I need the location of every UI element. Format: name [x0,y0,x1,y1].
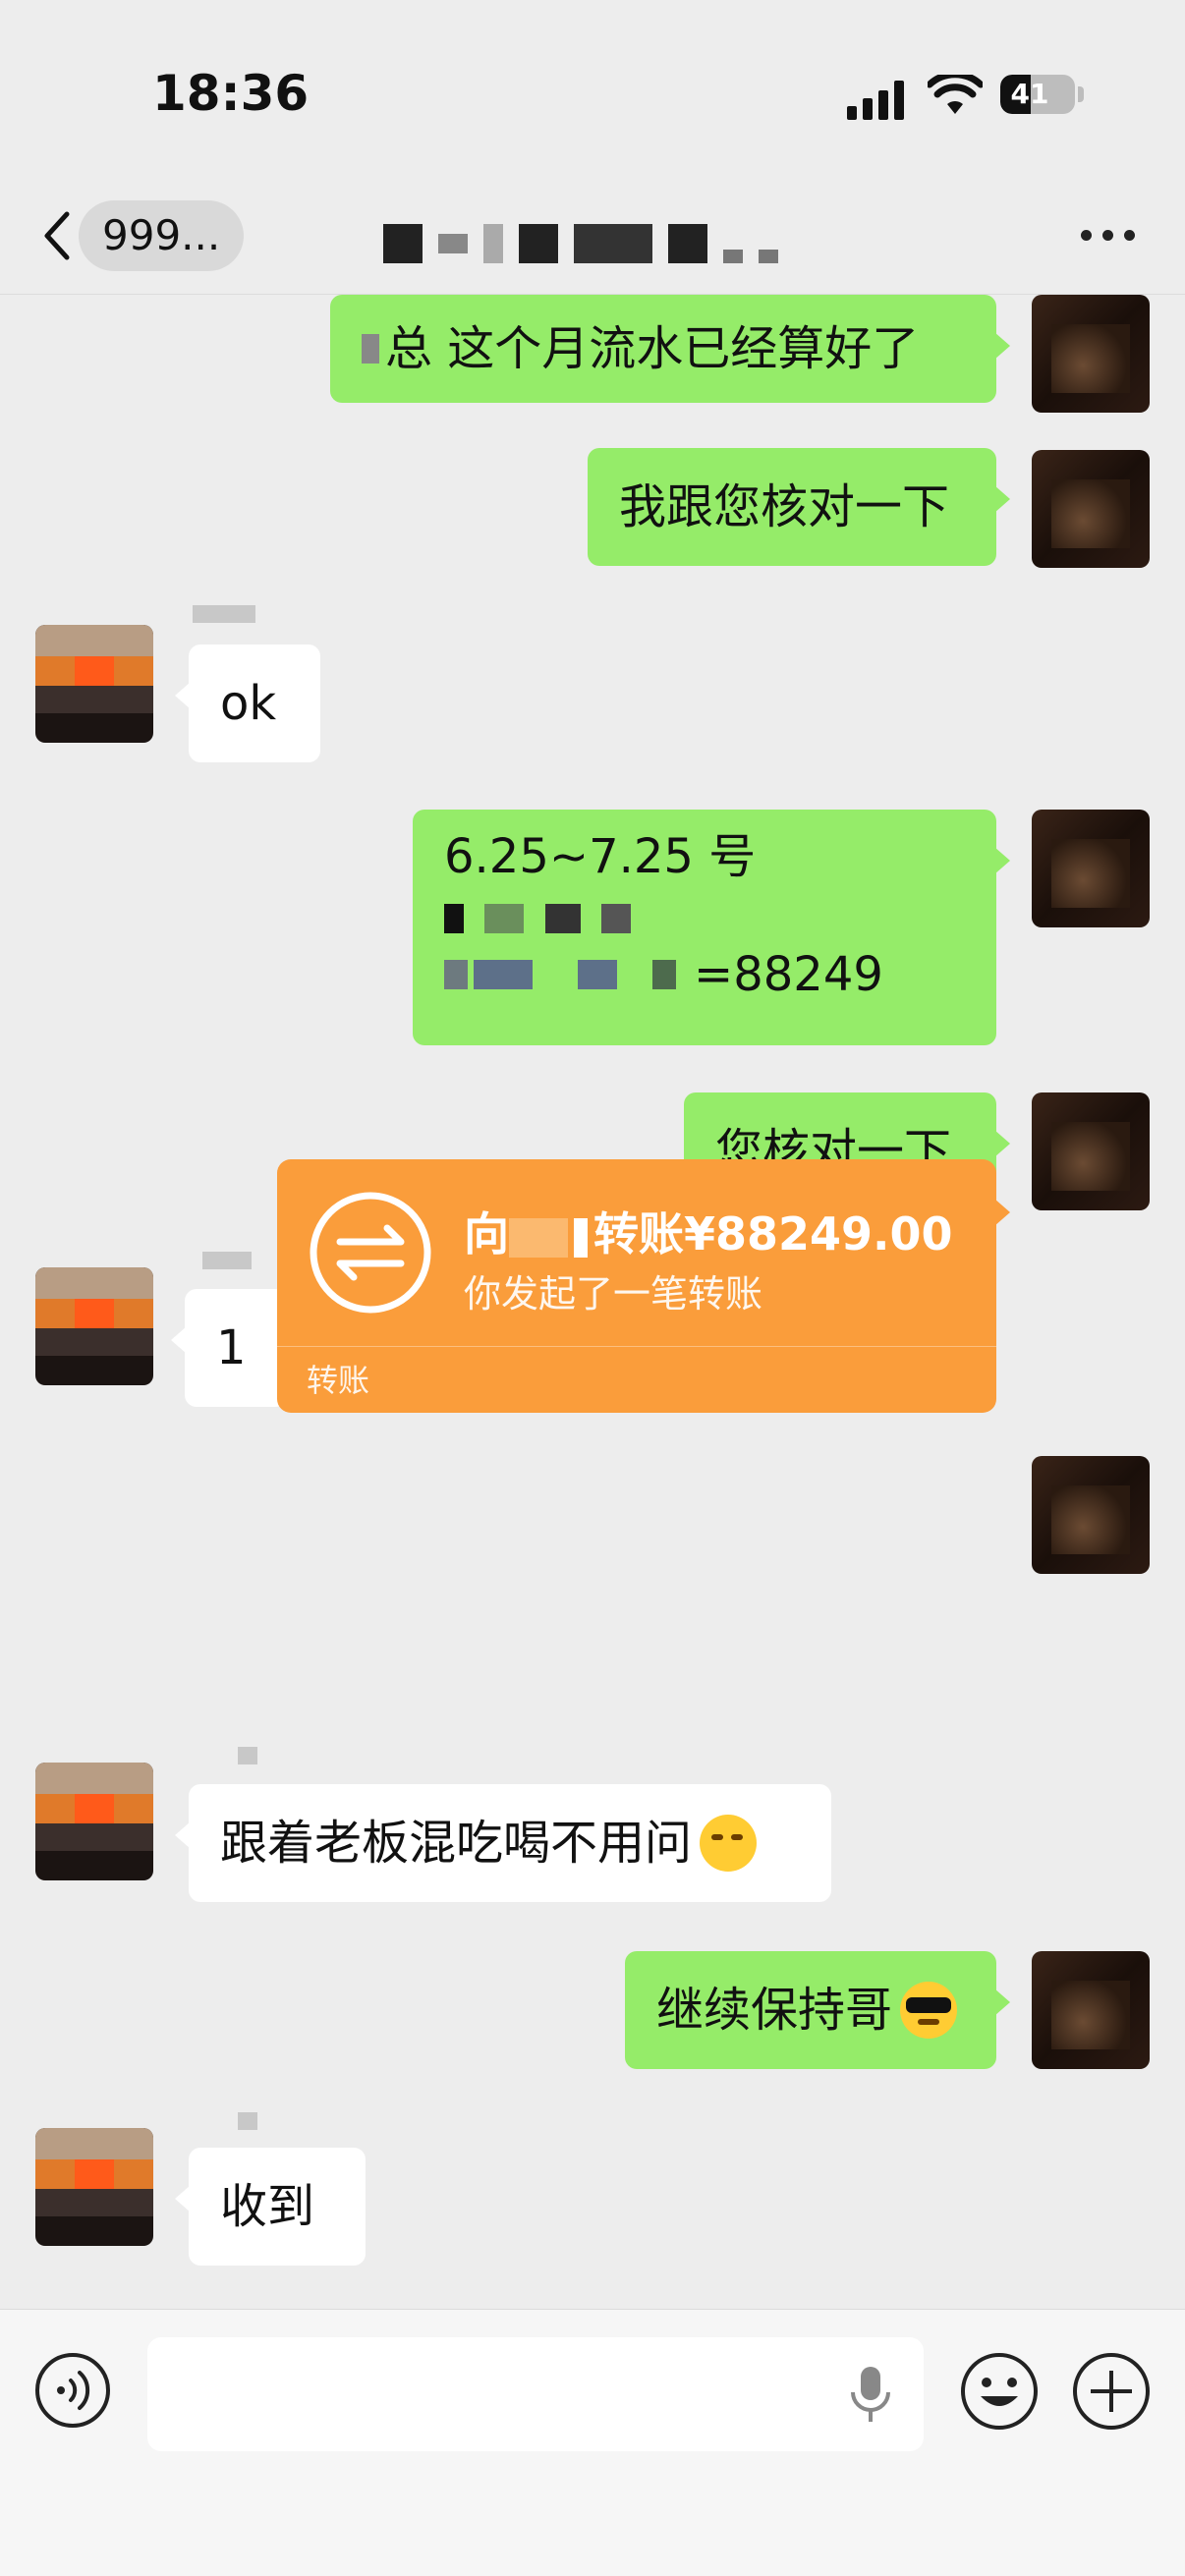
message-bubble[interactable]: 1 [171,1289,287,1407]
chat-messages[interactable]: 总 这个月流水已经算好了 我跟您核对一下 ok 6.25~7.25 号 =882… [0,295,1185,2309]
avatar-contact[interactable] [35,1763,153,1880]
message-text: 收到 [220,2179,315,2234]
avatar-me[interactable] [1032,1951,1150,2069]
message-bubble[interactable]: 跟着老板混吃喝不用问 [175,1784,831,1902]
transfer-amount: 向转账¥88249.00 [464,1207,953,1260]
avatar-contact[interactable] [35,1267,153,1385]
sender-name-redacted [238,2112,257,2130]
battery-level: 41 [1010,78,1049,110]
transfer-icon [310,1192,431,1314]
message-text-line-redacted [444,886,965,945]
smirk-emoji-icon [700,1815,758,1872]
mic-icon[interactable] [847,2365,894,2424]
avatar-me[interactable] [1032,810,1150,927]
avatar-me[interactable] [1032,1092,1150,1210]
back-icon [44,211,70,260]
message-bubble[interactable]: 我跟您核对一下 [588,448,1010,566]
more-icon[interactable] [1081,228,1136,244]
sender-name-redacted [202,1252,252,1269]
message-text-line: 6.25~7.25 号 [444,829,757,884]
message-bubble[interactable]: 6.25~7.25 号 =88249 [413,810,1010,1045]
avatar-me[interactable] [1032,450,1150,568]
status-time: 18:36 [152,65,310,122]
avatar-me[interactable] [1032,1456,1150,1574]
transfer-subtitle: 你发起了一笔转账 [464,1272,763,1316]
message-bubble[interactable]: ok [175,644,320,762]
sunglasses-emoji-icon [900,1982,958,2039]
avatar-me[interactable] [1032,295,1150,413]
plus-icon[interactable] [1071,2351,1152,2432]
message-bubble[interactable]: 收到 [175,2148,366,2266]
message-text: 总 这个月流水已经算好了 [385,321,920,376]
message-text: =88249 [694,947,883,1002]
voice-icon[interactable] [33,2351,112,2430]
message-bubble[interactable]: 总 这个月流水已经算好了 [330,295,1010,403]
chat-header: 999... [0,177,1185,295]
back-button[interactable]: 999... [39,196,245,275]
sender-name-redacted [193,605,255,623]
input-bar [0,2309,1185,2576]
sender-name-redacted [238,1747,257,1764]
message-text: 继续保持哥 [656,1983,893,2038]
unread-count-badge: 999... [79,200,245,271]
emoji-icon[interactable] [959,2351,1040,2432]
message-bubble[interactable]: 继续保持哥 [625,1951,1010,2069]
message-text: 跟着老板混吃喝不用问 [220,1816,693,1871]
signal-icon [847,81,904,120]
battery-cap [1078,86,1084,102]
status-bar: 18:36 41 [0,0,1185,177]
message-input[interactable] [147,2337,924,2451]
wifi-icon [928,75,983,114]
transfer-label: 转账 [307,1362,370,1399]
battery-icon: 41 [1000,75,1075,114]
chat-title-redacted [383,216,816,271]
message-text-line: =88249 [444,945,965,1004]
avatar-contact[interactable] [35,2128,153,2246]
message-text: 1 [216,1320,247,1375]
message-text: ok [220,676,277,731]
transfer-card[interactable]: 向转账¥88249.00 你发起了一笔转账 转账 [277,1159,1010,1413]
message-text: 我跟您核对一下 [619,479,950,534]
transfer-divider [277,1346,996,1347]
avatar-contact[interactable] [35,625,153,743]
